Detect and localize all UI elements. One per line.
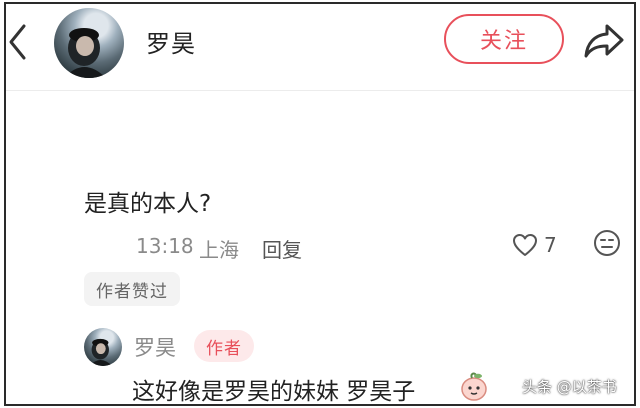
follow-button[interactable]: 关注 [444,14,564,64]
username[interactable]: 罗昊 [146,24,196,59]
comment-location: 上海 [199,238,239,262]
emoji-button[interactable] [592,228,622,258]
back-chevron-icon [9,24,26,60]
author-liked-tag: 作者赞过 [84,272,180,306]
heart-icon [513,234,537,256]
like-button[interactable]: 7 [512,230,557,260]
back-button[interactable] [6,22,32,62]
comment-text: 是真的本人? [84,191,212,217]
share-arrow-icon [584,24,624,58]
share-button[interactable] [582,20,626,60]
reply-text: 这好像是罗昊的妹妹 罗昊子 [132,379,416,405]
screenshot-frame: 罗昊 关注 是真的本人? 13:18 上海 回复 7 作者赞过 罗昊 作者 这好… [4,2,636,406]
author-badge: 作者 [194,330,254,362]
like-count: 7 [544,233,557,257]
comment-time: 13:18 [136,234,194,258]
avatar-image [64,28,106,78]
watermark: 头条 @以茶书 [522,378,617,396]
header-divider [6,90,634,91]
avatar[interactable] [54,8,124,78]
reply-avatar[interactable] [84,328,122,366]
avatar-image [89,338,113,366]
reply-button[interactable]: 回复 [262,234,302,263]
emoji-icon [594,230,620,256]
reply-username[interactable]: 罗昊 [134,332,176,362]
peach-emoji-icon [458,370,490,402]
